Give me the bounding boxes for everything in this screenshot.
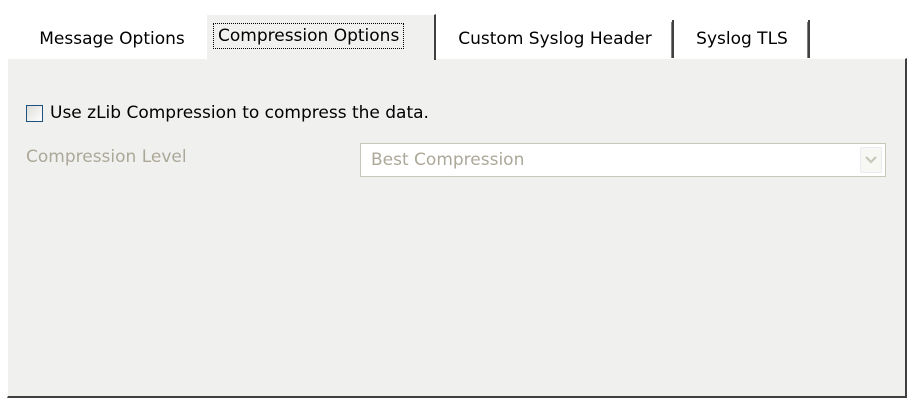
tab-message-options[interactable]: Message Options — [20, 20, 204, 58]
compression-level-select[interactable]: Best Compression — [360, 143, 886, 177]
tab-label: Message Options — [39, 29, 185, 49]
tab-label: Compression Options — [213, 23, 405, 49]
tab-label: Syslog TLS — [696, 29, 788, 49]
zlib-compression-label[interactable]: Use zLib Compression to compress the dat… — [50, 103, 429, 123]
zlib-compression-checkbox[interactable] — [26, 104, 43, 122]
tab-label: Custom Syslog Header — [458, 29, 652, 49]
chevron-down-icon[interactable] — [860, 147, 882, 173]
tab-compression-options[interactable]: Compression Options — [206, 14, 436, 60]
tab-strip: Message Options Compression Options Cust… — [0, 0, 908, 60]
compression-level-value: Best Compression — [371, 150, 525, 170]
compression-options-panel: Use zLib Compression to compress the dat… — [7, 58, 907, 398]
tab-custom-syslog-header[interactable]: Custom Syslog Header — [438, 20, 674, 58]
compression-level-label: Compression Level — [26, 147, 187, 167]
zlib-compression-option[interactable]: Use zLib Compression to compress the dat… — [26, 101, 429, 125]
tab-syslog-tls[interactable]: Syslog TLS — [676, 20, 810, 58]
